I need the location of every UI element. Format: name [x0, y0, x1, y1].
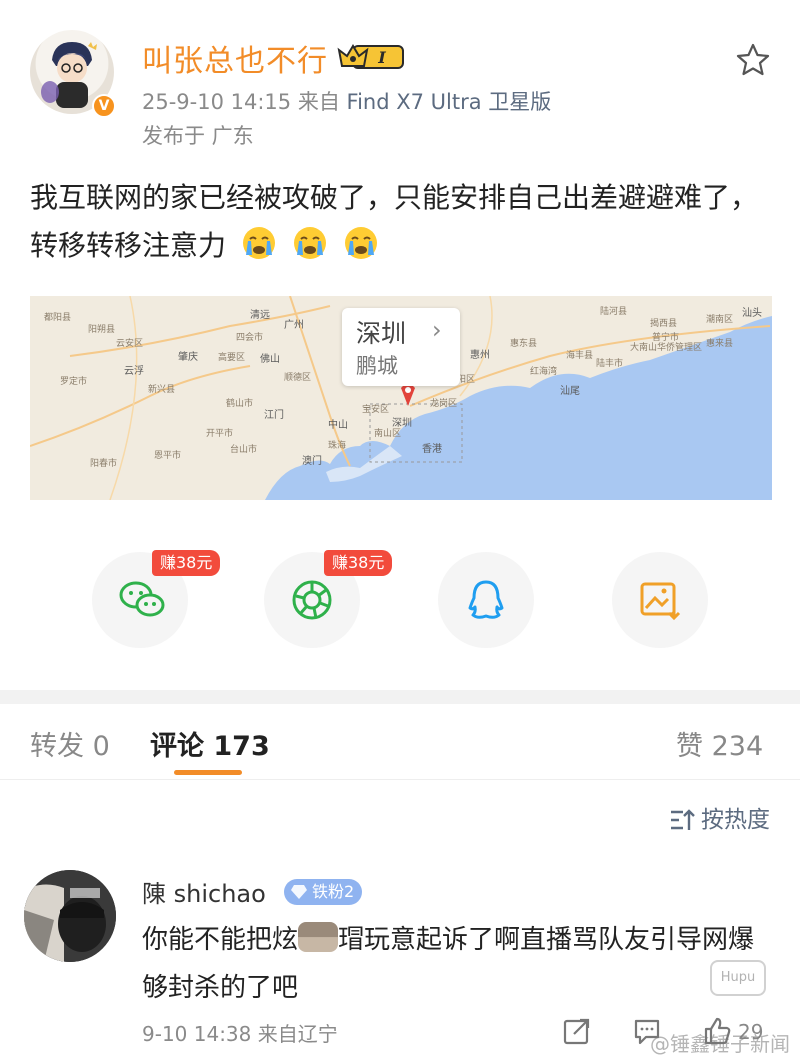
post-source-prefix: 来自	[297, 90, 340, 114]
comment-text-part-1: 你能不能把炫	[142, 925, 299, 955]
map-label: 南山区	[374, 429, 402, 439]
map-label: 云浮	[124, 366, 144, 377]
location-map[interactable]: 都阳县 阳朔县 云安区 云浮 罗定市 新兴县 高要区 肇庆 四会市 广州 清远 …	[30, 296, 772, 500]
comment-avatar[interactable]	[24, 870, 116, 962]
redacted-blur	[298, 922, 339, 952]
sort-by-hot-button[interactable]: 按热度	[669, 800, 770, 836]
wechat-icon	[119, 581, 165, 617]
map-label: 罗定市	[60, 377, 88, 387]
crying-face-icon	[242, 227, 275, 259]
comment-tabs: 转发 0 评论 173 赞 234	[0, 704, 800, 780]
verified-v-icon: V	[92, 94, 116, 118]
tab-comments[interactable]: 评论 173	[150, 724, 270, 763]
diamond-icon	[291, 885, 307, 899]
map-label: 大南山华侨管理区	[630, 343, 703, 353]
map-label: 宝安区	[362, 405, 390, 415]
map-label: 广州	[284, 320, 304, 331]
post-username[interactable]: 叫张总也不行	[142, 36, 328, 80]
map-label: 陆河县	[600, 307, 628, 317]
map-city: 深圳	[356, 319, 407, 348]
watermark-text: @锤鑫锤子新闻	[650, 1032, 790, 1056]
fan-badge-label: 铁粉2	[312, 882, 355, 901]
post-text: 我互联网的家已经被攻破了，只能安排自己出差避避难了，转移转移注意力	[30, 181, 759, 262]
earn-badge: 赚38元	[324, 550, 393, 576]
map-location-tag[interactable]: 深圳 › 鹏城	[342, 308, 460, 386]
map-label: 潮南区	[706, 315, 734, 325]
post-content: 我互联网的家已经被攻破了，只能安排自己出差避避难了，转移转移注意力	[30, 174, 770, 270]
crying-face-icon	[344, 227, 377, 259]
qq-icon	[468, 580, 504, 619]
map-label: 清远	[250, 310, 270, 321]
map-label: 惠东县	[510, 339, 538, 349]
save-image-button[interactable]	[612, 552, 708, 648]
map-label: 海丰县	[566, 351, 594, 361]
weibo-post: V 叫张总也不行 I 25-9-10 14:15 来自 Find X7 Ultr…	[0, 0, 800, 690]
active-tab-indicator	[174, 770, 242, 775]
share-icon[interactable]	[562, 1016, 592, 1046]
post-date: 25-9-10 14:15	[142, 90, 292, 114]
tab-repost[interactable]: 转发 0	[30, 724, 110, 763]
level-badge: I	[377, 48, 386, 67]
fan-level-badge: 铁粉2	[284, 879, 363, 905]
map-label: 新兴县	[148, 385, 176, 395]
chevron-right-icon: ›	[432, 316, 442, 344]
sort-icon	[671, 809, 695, 830]
map-label: 江门	[264, 410, 284, 421]
map-label: 汕尾	[560, 386, 580, 397]
map-label: 佛山	[260, 354, 280, 365]
map-label: 肇庆	[178, 352, 198, 363]
earn-badge: 赚38元	[152, 550, 221, 576]
map-label: 四会市	[236, 333, 264, 343]
map-label: 恩平市	[154, 451, 182, 461]
comment-username[interactable]: 陳 shichao	[142, 874, 266, 909]
member-crown-icon: I	[337, 44, 404, 69]
map-label: 揭西县	[650, 319, 678, 329]
map-label: 惠州	[470, 350, 490, 361]
crying-face-icon	[293, 227, 326, 259]
post-location: 发布于 广东	[142, 124, 254, 148]
map-label: 顺德区	[284, 373, 312, 383]
map-label: 台山市	[230, 445, 258, 455]
map-label: 惠来县	[706, 339, 734, 349]
map-label: 云安区	[116, 339, 144, 349]
map-area: 鹏城	[356, 354, 398, 378]
watermark-logo: Hupu	[710, 960, 766, 996]
save-image-icon	[640, 582, 681, 621]
post-meta: 25-9-10 14:15 来自 Find X7 Ultra 卫星版	[142, 86, 551, 116]
map-label: 中山	[328, 420, 348, 431]
map-label: 都阳县	[44, 313, 72, 323]
map-label: 香港	[422, 444, 442, 455]
section-divider	[0, 690, 800, 704]
map-label: 澳门	[302, 456, 322, 467]
comment-date: 9-10 14:38	[142, 1022, 252, 1046]
sort-label: 按热度	[701, 807, 770, 833]
comment-source: 来自辽宁	[257, 1022, 338, 1046]
tab-likes[interactable]: 赞 234	[676, 724, 763, 763]
map-label: 高要区	[218, 353, 246, 363]
map-label: 龙岗区	[430, 399, 458, 409]
moments-icon	[292, 580, 332, 620]
map-label: 红海湾	[530, 367, 558, 377]
map-label: 珠海	[328, 441, 347, 451]
favorite-star-icon[interactable]	[735, 42, 771, 78]
map-label: 阳朔县	[88, 325, 116, 335]
map-label: 阳春市	[90, 459, 118, 469]
map-label: 陆丰市	[596, 359, 624, 369]
map-label: 开平市	[206, 429, 234, 439]
map-label: 鹤山市	[226, 399, 254, 409]
comment-text: 你能不能把炫 瑁玩意起诉了啊直播骂队友引导网爆够封杀的了吧	[142, 916, 772, 1012]
map-label: 汕头	[742, 308, 762, 319]
share-qq-button[interactable]	[438, 552, 534, 648]
comment-meta: 9-10 14:38 来自辽宁	[142, 1018, 338, 1047]
post-source-device[interactable]: Find X7 Ultra 卫星版	[347, 90, 552, 114]
